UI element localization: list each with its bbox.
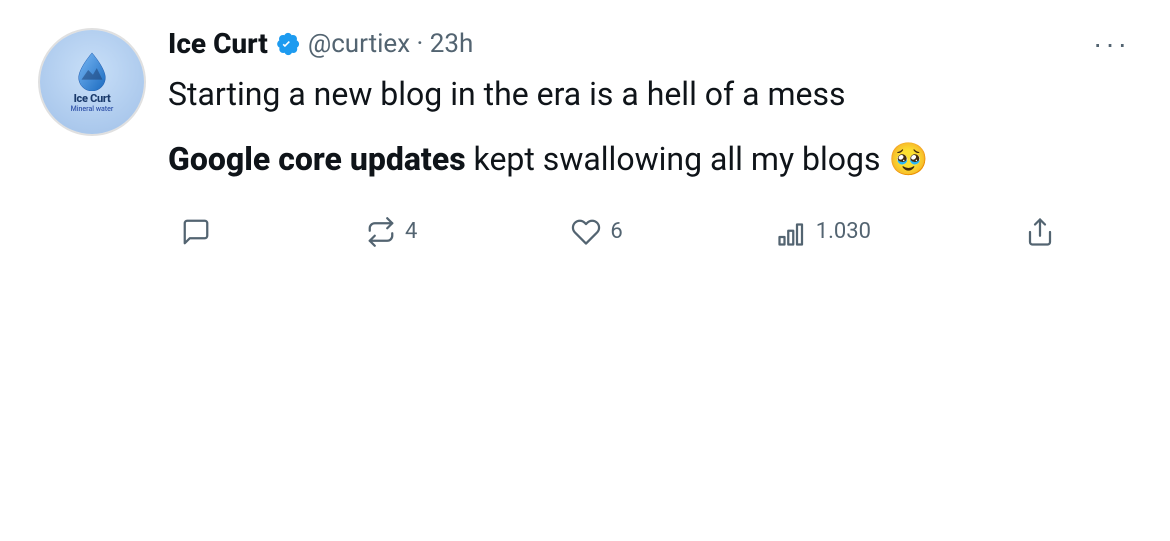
verified-badge-icon [274,30,302,58]
tweet-body-bold: Google core updates [168,140,466,178]
drop-icon [76,51,108,91]
handle-time: @curtiex · 23h [308,29,474,59]
time: 23h [430,29,474,59]
views-icon [776,216,808,248]
avatar[interactable]: Ice Curt Mineral water [38,28,146,136]
tweet-header-left: Ice Curt @curtiex · 23h [168,27,473,61]
retweet-action[interactable]: 4 [353,210,429,254]
tweet-header: Ice Curt @curtiex · 23h ··· [168,24,1138,64]
tweet-actions: 4 6 1.03 [168,210,1068,254]
reply-action[interactable] [168,210,224,254]
tweet-body-rest: kept swallowing all my blogs 🥹 [466,140,929,178]
share-icon [1024,216,1056,248]
retweet-icon [365,216,397,248]
views-action[interactable]: 1.030 [764,210,883,254]
handle[interactable]: @curtiex [308,29,410,59]
share-action[interactable] [1012,210,1068,254]
like-action[interactable]: 6 [558,210,634,254]
more-options-button[interactable]: ··· [1085,24,1138,64]
like-count: 6 [610,219,622,244]
retweet-count: 4 [405,219,417,244]
display-name[interactable]: Ice Curt [168,27,268,61]
tweet-card: Ice Curt Mineral water Ice Curt @curtiex… [0,0,1170,541]
views-count: 1.030 [816,219,871,244]
like-icon [570,216,602,248]
tweet-body-line2: Google core updates kept swallowing all … [168,137,1138,182]
tweet-content: Ice Curt @curtiex · 23h ··· Starting a n… [168,24,1138,525]
separator: · [410,29,430,59]
tweet-body-line1: Starting a new blog in the era is a hell… [168,72,1138,117]
avatar-column: Ice Curt Mineral water [32,24,152,525]
avatar-brand-name: Ice Curt [74,93,111,104]
reply-icon [180,216,212,248]
avatar-brand-subtitle: Mineral water [71,105,114,113]
